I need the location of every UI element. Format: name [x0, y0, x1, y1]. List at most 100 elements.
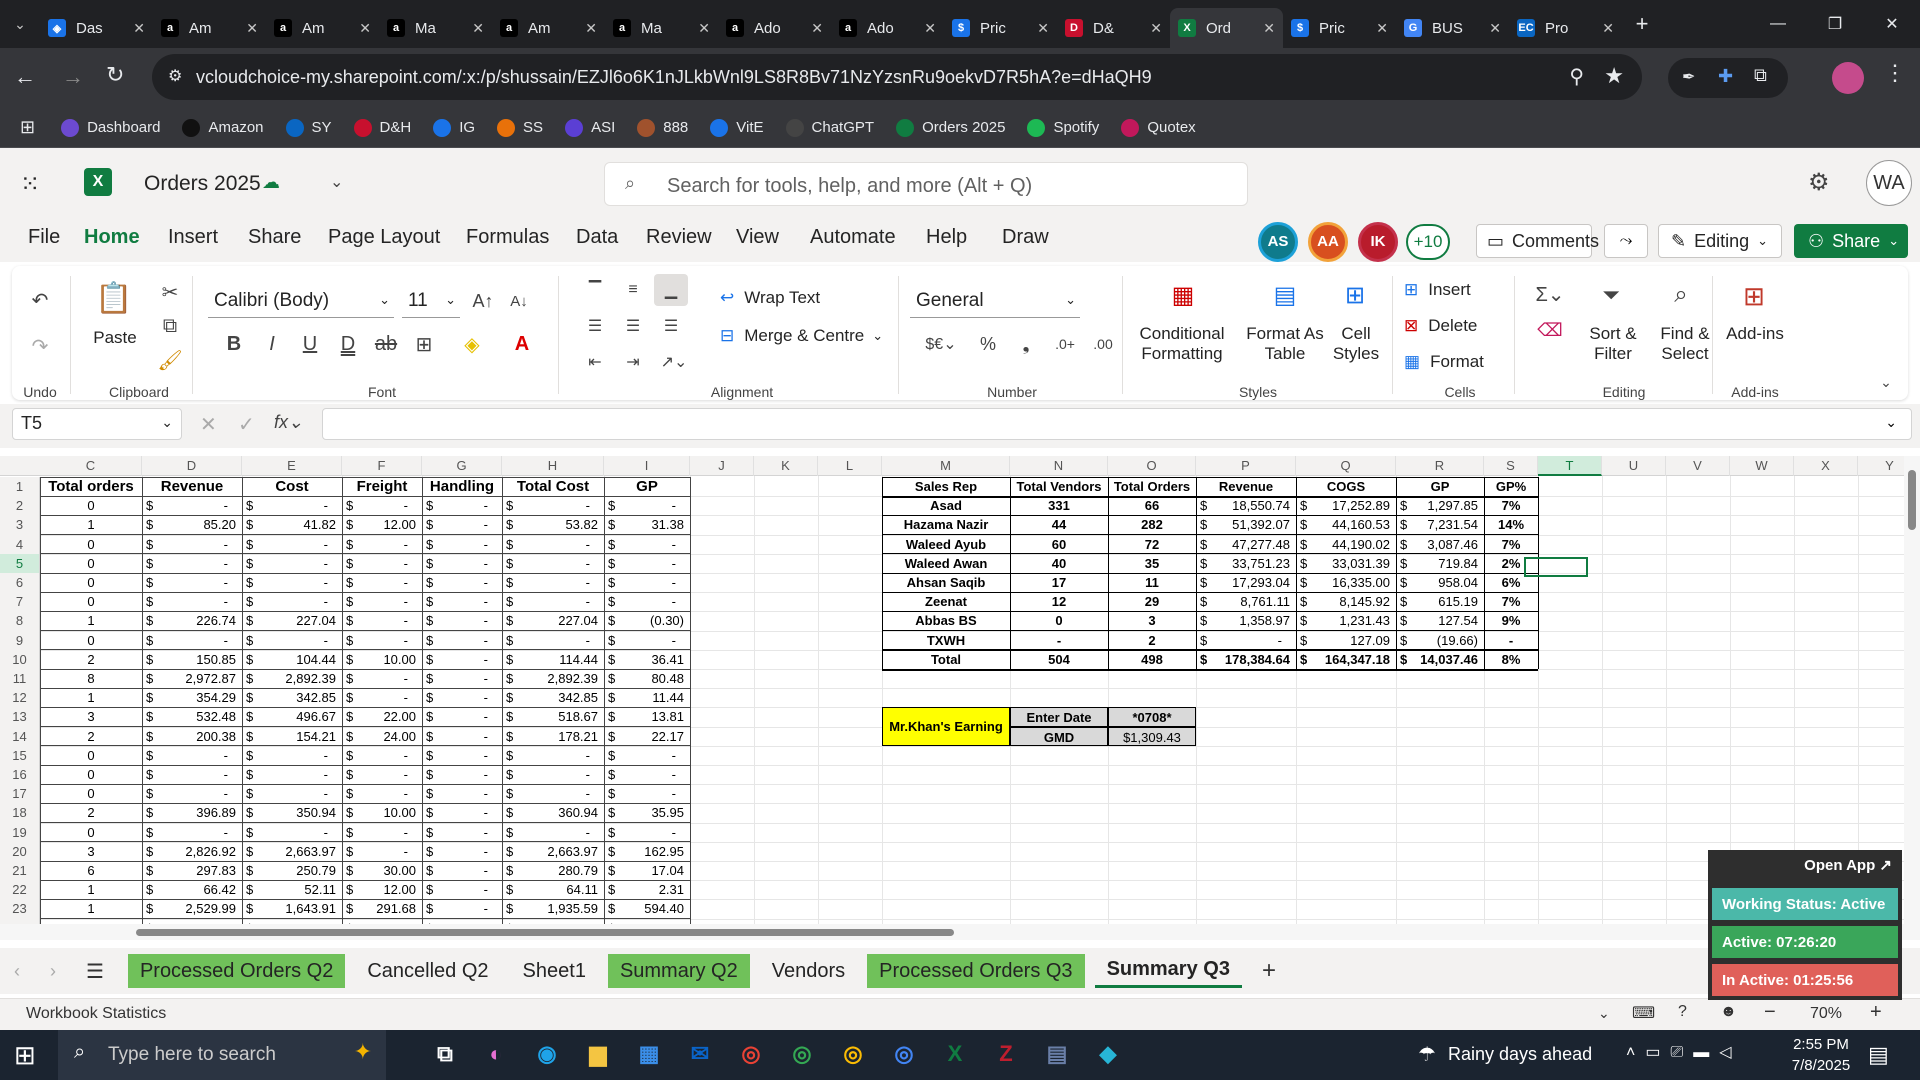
cell[interactable]: Total Vendors	[1010, 477, 1108, 496]
insert-function-icon[interactable]: fx⌄	[274, 412, 303, 433]
cell[interactable]: 8	[40, 669, 142, 688]
collaborator-avatar[interactable]: AA	[1308, 222, 1348, 262]
browser-tab[interactable]: $ Pric ✕	[944, 8, 1057, 48]
row-header[interactable]: 12	[0, 688, 40, 708]
cell[interactable]: 80.48	[604, 669, 684, 688]
bookmark-item[interactable]: ASI	[565, 118, 615, 137]
store-icon[interactable]: ▦	[634, 1041, 664, 1069]
row-header[interactable]: 8	[0, 611, 40, 631]
column-header[interactable]: U	[1602, 456, 1666, 476]
align-middle-icon[interactable]: ≡	[618, 276, 648, 304]
cell[interactable]: -	[604, 631, 676, 650]
edge-icon[interactable]: ◉	[532, 1041, 562, 1069]
cell[interactable]: -	[142, 631, 228, 650]
cell[interactable]: 200.38	[142, 727, 236, 746]
browser-tab[interactable]: G BUS ✕	[1396, 8, 1509, 48]
cell[interactable]: 3	[40, 707, 142, 726]
cell[interactable]: -	[502, 631, 590, 650]
cell[interactable]: -	[422, 707, 488, 726]
collaborator-avatar[interactable]: IK	[1358, 222, 1398, 262]
cell[interactable]: 12.00	[342, 515, 416, 534]
workbook-statistics[interactable]: Workbook Statistics	[26, 1005, 166, 1023]
align-left-icon[interactable]: ☰	[580, 312, 610, 340]
browser-tab[interactable]: ◈ Das ✕	[40, 8, 153, 48]
cell[interactable]: 0	[40, 573, 142, 592]
cell[interactable]: -	[142, 496, 228, 515]
site-info-icon[interactable]: ⚙	[168, 66, 182, 86]
ribbon-tab-file[interactable]: File	[28, 226, 60, 249]
cell[interactable]: 1,935.59	[502, 899, 598, 918]
cell[interactable]: -	[242, 554, 328, 573]
cell[interactable]: -	[342, 669, 408, 688]
cell[interactable]: 114.44	[502, 650, 598, 669]
cell[interactable]: -	[422, 746, 488, 765]
row-header[interactable]: 1	[0, 477, 40, 497]
format-cells-button[interactable]: ▦ Format	[1404, 352, 1484, 372]
bookmark-item[interactable]: SS	[497, 118, 543, 137]
cell[interactable]: -	[242, 765, 328, 784]
ribbon-tab-automate[interactable]: Automate	[810, 226, 896, 249]
cell[interactable]: 60	[1010, 535, 1108, 554]
cell[interactable]: Waleed Ayub	[882, 535, 1010, 554]
tab-close-icon[interactable]: ✕	[359, 20, 371, 37]
tab-close-icon[interactable]: ✕	[133, 20, 145, 37]
add-ins-grid-icon[interactable]: ⊞	[1736, 278, 1772, 314]
file-explorer-icon[interactable]: ▆	[583, 1041, 613, 1069]
column-header[interactable]: L	[818, 456, 882, 476]
cell[interactable]: 154.21	[242, 727, 336, 746]
horizontal-scroll-thumb[interactable]	[136, 929, 954, 936]
cell[interactable]: -	[422, 765, 488, 784]
cell[interactable]: 2,663.97	[242, 842, 336, 861]
cell[interactable]: -	[422, 535, 488, 554]
cell[interactable]: Revenue	[142, 477, 242, 496]
ribbon-tab-home[interactable]: Home	[84, 226, 140, 249]
cell[interactable]: 0	[40, 784, 142, 803]
cell[interactable]: -	[342, 746, 408, 765]
cell[interactable]: 2,663.97	[502, 842, 598, 861]
cell[interactable]: Ahsan Saqib	[882, 573, 1010, 592]
taskbar-search-box[interactable]: ⌕ Type here to search ✦	[58, 1030, 386, 1080]
tab-close-icon[interactable]: ✕	[1489, 20, 1501, 37]
browser-tab[interactable]: a Am ✕	[266, 8, 379, 48]
cell[interactable]: -	[422, 688, 488, 707]
minimize-button[interactable]: —	[1748, 0, 1808, 48]
cell[interactable]: -	[342, 784, 408, 803]
cell[interactable]: 1,358.97	[1196, 611, 1290, 630]
add-sheet-plus-icon[interactable]: +	[1262, 957, 1276, 985]
column-header[interactable]: V	[1666, 456, 1730, 476]
conditional-formatting-button[interactable]: Conditional Formatting	[1130, 324, 1234, 364]
windows-start-icon[interactable]: ⊞	[14, 1040, 36, 1071]
bookmark-item[interactable]: Orders 2025	[896, 118, 1005, 137]
cell[interactable]: 396.89	[142, 803, 236, 822]
browser-tab[interactable]: a Am ✕	[153, 8, 266, 48]
cell[interactable]: -	[422, 496, 488, 515]
cell[interactable]: 2,972.87	[142, 669, 236, 688]
cell[interactable]: -	[342, 611, 408, 630]
row-header[interactable]: 9	[0, 630, 40, 650]
bookmark-item[interactable]: Spotify	[1027, 118, 1099, 137]
cell[interactable]: Waleed Awan	[882, 554, 1010, 573]
tab-close-icon[interactable]: ✕	[698, 20, 710, 37]
cell[interactable]: 719.84	[1396, 554, 1478, 573]
cell[interactable]: 9%	[1484, 611, 1538, 630]
cell[interactable]: 41.82	[242, 515, 336, 534]
paste-button[interactable]: Paste	[88, 328, 142, 348]
increase-font-icon[interactable]: A↑	[470, 288, 496, 314]
cell[interactable]: 1,231.43	[1296, 611, 1390, 630]
cell[interactable]: 30.00	[342, 861, 416, 880]
chrome-app-icon[interactable]: ◎	[838, 1041, 868, 1069]
cell[interactable]: 72	[1108, 535, 1196, 554]
cell[interactable]: 2	[40, 727, 142, 746]
cell[interactable]: 1	[40, 880, 142, 899]
cell[interactable]: 354.29	[142, 688, 236, 707]
cell[interactable]: 17,293.04	[1196, 573, 1290, 592]
column-header[interactable]: M	[882, 456, 1010, 476]
row-header[interactable]: 2	[0, 496, 40, 516]
paste-clipboard-icon[interactable]: 📋	[94, 276, 134, 320]
cell[interactable]: -	[142, 535, 228, 554]
cell[interactable]: 0	[40, 631, 142, 650]
cell[interactable]: -	[604, 496, 676, 515]
cell[interactable]: -	[422, 515, 488, 534]
ribbon-collapse-chevron-icon[interactable]: ⌄	[1874, 370, 1898, 394]
cell[interactable]: -	[342, 688, 408, 707]
